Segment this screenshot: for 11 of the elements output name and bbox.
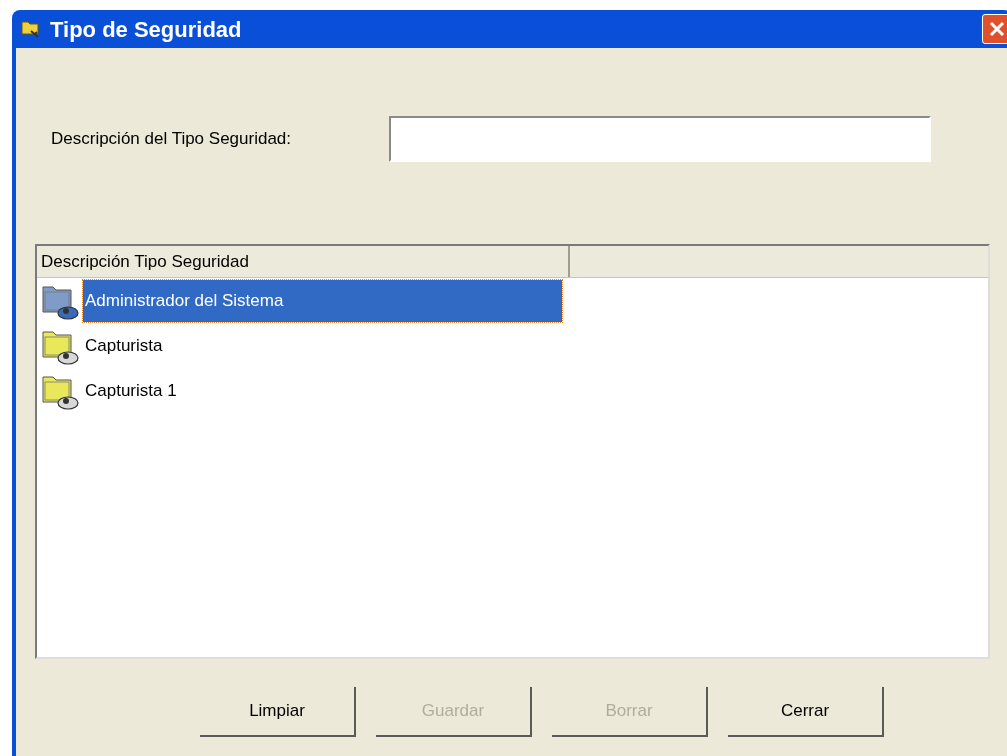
list-item[interactable]: Capturista (83, 324, 165, 367)
window-title: Tipo de Seguridad (50, 15, 242, 44)
close-icon (988, 20, 1006, 38)
folder-key-icon (20, 18, 42, 40)
list-item[interactable]: Administrador del Sistema (83, 279, 562, 322)
close-button[interactable] (982, 14, 1007, 44)
dialog-button[interactable]: Cerrar (728, 687, 884, 737)
description-field[interactable] (389, 116, 931, 162)
dialog-button[interactable]: Limpiar (200, 687, 356, 737)
field-label: Descripción del Tipo Seguridad: (50, 128, 293, 151)
list-item[interactable]: Capturista 1 (83, 369, 179, 412)
